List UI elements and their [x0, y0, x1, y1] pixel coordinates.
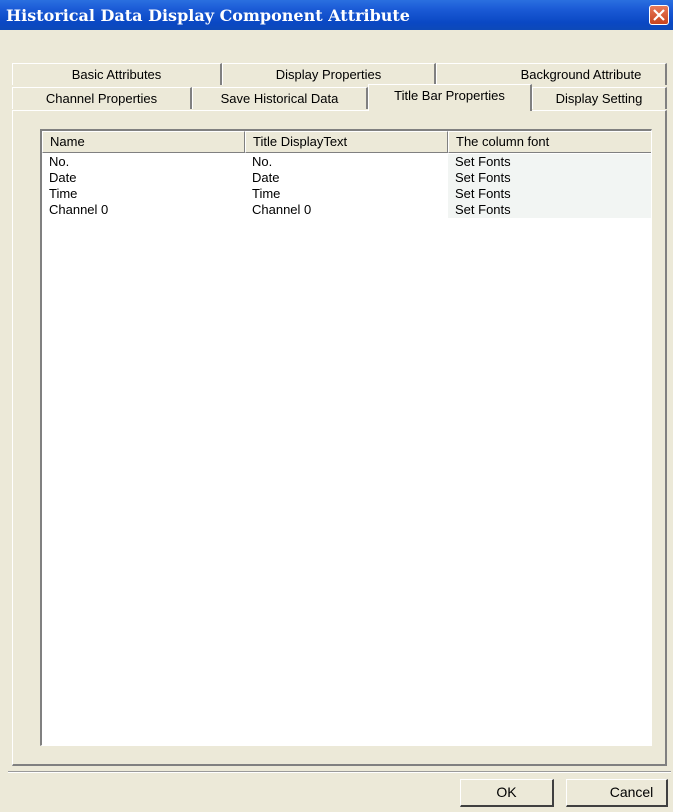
- ok-button[interactable]: OK: [460, 779, 554, 807]
- tab-display-properties[interactable]: Display Properties: [222, 63, 436, 85]
- cell-title-displaytext: Date: [252, 170, 280, 185]
- cell-title-displaytext: Channel 0: [252, 202, 312, 217]
- cancel-button[interactable]: Cancel: [566, 779, 668, 807]
- table-row[interactable]: Channel 0 Channel 0 Set Fonts: [42, 202, 651, 218]
- tab-title-bar-properties[interactable]: Title Bar Properties: [368, 84, 532, 111]
- tab-display-setting[interactable]: Display Setting: [532, 87, 667, 109]
- table-row[interactable]: No. No. Set Fonts: [42, 154, 651, 170]
- tab-channel-properties[interactable]: Channel Properties: [12, 87, 192, 109]
- cell-name: No.: [49, 154, 70, 169]
- column-header-title-displaytext[interactable]: Title DisplayText: [245, 131, 448, 153]
- cell-title-displaytext: Time: [252, 186, 281, 201]
- column-header-name[interactable]: Name: [42, 131, 245, 153]
- tab-basic-attributes[interactable]: Basic Attributes: [12, 63, 222, 85]
- cell-column-font[interactable]: Set Fonts: [448, 154, 651, 170]
- cell-name: Date: [49, 170, 77, 185]
- tab-save-historical-data[interactable]: Save Historical Data: [192, 87, 368, 109]
- tab-background-attribute[interactable]: Background Attribute: [436, 63, 667, 85]
- title-bar-list[interactable]: Name Title DisplayText The column font N…: [40, 129, 652, 746]
- cell-title-displaytext: No.: [252, 154, 273, 169]
- table-row[interactable]: Time Time Set Fonts: [42, 186, 651, 202]
- table-row[interactable]: Date Date Set Fonts: [42, 170, 651, 186]
- cell-name: Time: [49, 186, 78, 201]
- separator: [8, 771, 671, 773]
- cell-column-font[interactable]: Set Fonts: [448, 202, 651, 218]
- cell-column-font[interactable]: Set Fonts: [448, 186, 651, 202]
- cell-column-font[interactable]: Set Fonts: [448, 170, 651, 186]
- close-button[interactable]: [649, 5, 669, 25]
- window-title: Historical Data Display Component Attrib…: [6, 6, 410, 25]
- cell-name: Channel 0: [49, 202, 109, 217]
- column-header-column-font[interactable]: The column font: [448, 131, 651, 153]
- title-bar[interactable]: Historical Data Display Component Attrib…: [0, 0, 673, 30]
